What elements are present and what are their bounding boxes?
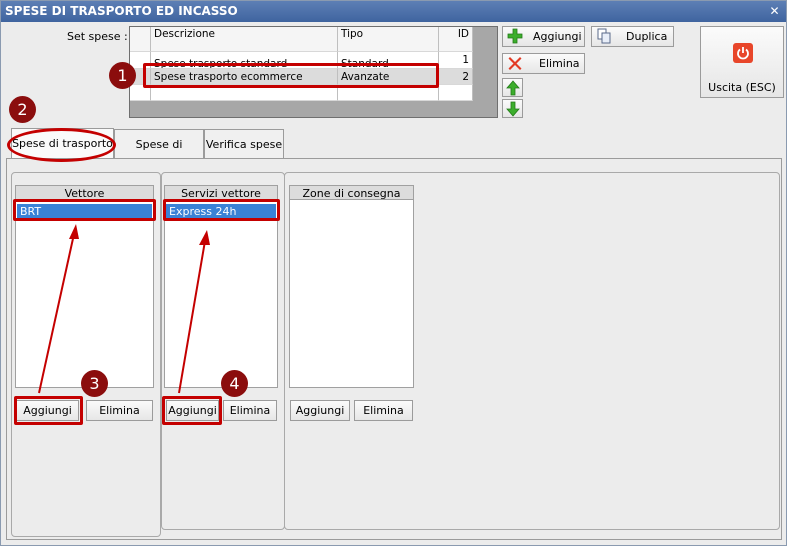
annotation-badge-2: 2 xyxy=(9,96,36,123)
main-window: SPESE DI TRASPORTO ED INCASSO ✕ Set spes… xyxy=(0,0,787,546)
annotation-badge-4: 4 xyxy=(221,370,248,397)
annotation-badge-3: 3 xyxy=(81,370,108,397)
annotation-badge-1: 1 xyxy=(109,62,136,89)
